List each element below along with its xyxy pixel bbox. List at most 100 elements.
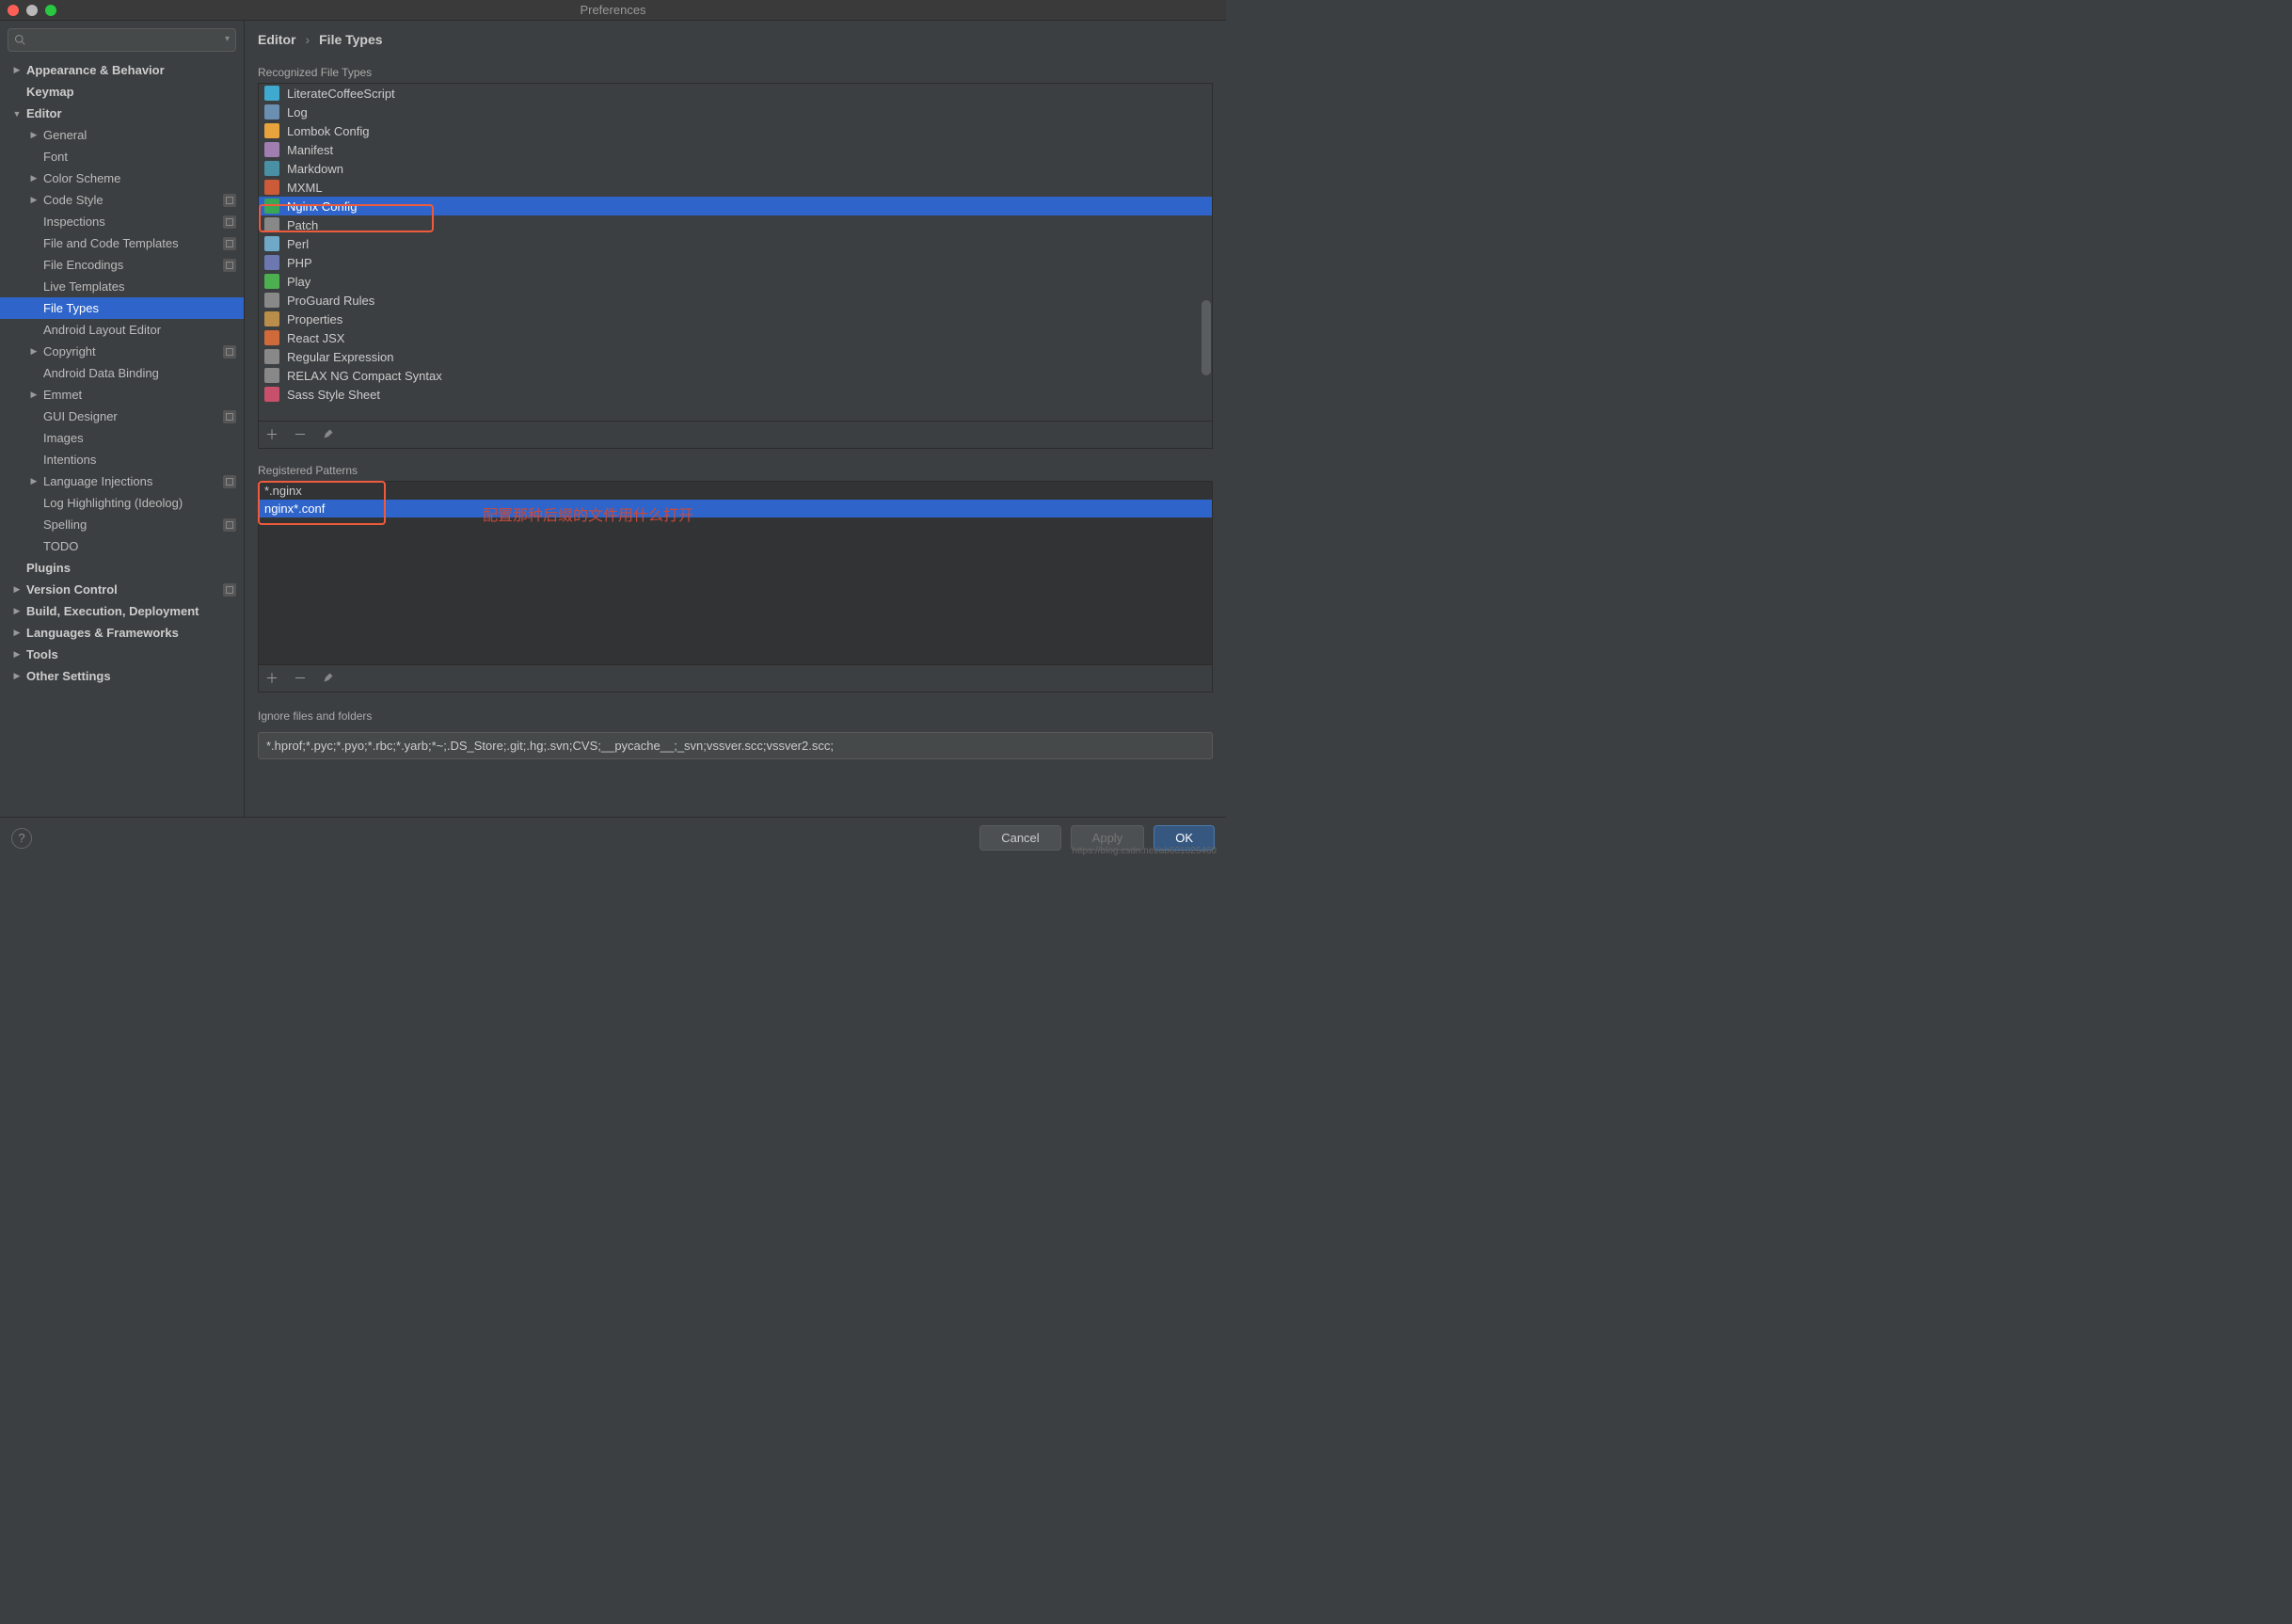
sidebar-item-color-scheme[interactable]: ▶Color Scheme <box>0 167 244 189</box>
sidebar-item-editor[interactable]: ▼Editor <box>0 103 244 124</box>
recognized-file-types-label: Recognized File Types <box>245 60 1226 83</box>
sidebar-item-tools[interactable]: ▶Tools <box>0 644 244 665</box>
sidebar-item-label: Font <box>43 150 236 164</box>
sidebar-item-emmet[interactable]: ▶Emmet <box>0 384 244 406</box>
sidebar-item-label: Other Settings <box>26 669 236 683</box>
sidebar-item-label: General <box>43 128 236 142</box>
sidebar-item-live-templates[interactable]: Live Templates <box>0 276 244 297</box>
file-type-row[interactable]: Lombok Config <box>259 121 1212 140</box>
file-type-row[interactable]: PHP <box>259 253 1212 272</box>
file-type-row[interactable]: MXML <box>259 178 1212 197</box>
ignore-files-input[interactable] <box>258 732 1213 759</box>
sidebar-item-inspections[interactable]: Inspections <box>0 211 244 232</box>
sidebar-item-label: Version Control <box>26 582 219 597</box>
file-type-icon <box>264 180 279 195</box>
sidebar-item-appearance-behavior[interactable]: ▶Appearance & Behavior <box>0 59 244 81</box>
sidebar-item-android-data-binding[interactable]: Android Data Binding <box>0 362 244 384</box>
pattern-row[interactable]: nginx*.conf <box>259 500 1212 517</box>
chevron-right-icon: ▶ <box>11 628 23 638</box>
close-window-button[interactable] <box>8 5 19 16</box>
file-type-row[interactable]: Play <box>259 272 1212 291</box>
help-button[interactable]: ? <box>11 828 32 849</box>
sidebar-item-images[interactable]: Images <box>0 427 244 449</box>
sidebar-item-copyright[interactable]: ▶Copyright <box>0 341 244 362</box>
file-type-label: PHP <box>287 256 312 270</box>
file-type-label: LiterateCoffeeScript <box>287 87 395 101</box>
file-type-row[interactable]: Log <box>259 103 1212 121</box>
add-pattern-button[interactable]: ＋ <box>264 669 279 688</box>
sidebar-item-plugins[interactable]: Plugins <box>0 557 244 579</box>
file-type-row[interactable]: React JSX <box>259 328 1212 347</box>
remove-pattern-button[interactable]: － <box>293 669 308 688</box>
sidebar-item-gui-designer[interactable]: GUI Designer <box>0 406 244 427</box>
pattern-row[interactable]: *.nginx <box>259 482 1212 500</box>
footer: ? Cancel Apply OK https://blog.csdn.net/… <box>0 817 1226 858</box>
sidebar-item-log-highlighting-ideolog-[interactable]: Log Highlighting (Ideolog) <box>0 492 244 514</box>
file-types-toolbar: ＋ － <box>258 422 1213 449</box>
cancel-button[interactable]: Cancel <box>979 825 1060 851</box>
file-type-label: Play <box>287 275 310 289</box>
sidebar-item-label: Language Injections <box>43 474 219 488</box>
chevron-right-icon: ▶ <box>28 195 40 205</box>
sidebar-item-label: Plugins <box>26 561 236 575</box>
remove-button[interactable]: － <box>293 425 308 444</box>
sidebar-item-label: Inspections <box>43 215 219 229</box>
file-type-row[interactable]: Regular Expression <box>259 347 1212 366</box>
sidebar-item-code-style[interactable]: ▶Code Style <box>0 189 244 211</box>
file-type-label: Sass Style Sheet <box>287 388 380 402</box>
file-type-row[interactable]: Perl <box>259 234 1212 253</box>
file-type-icon <box>264 123 279 138</box>
add-button[interactable]: ＋ <box>264 425 279 444</box>
file-type-row[interactable]: Markdown <box>259 159 1212 178</box>
breadcrumb-root[interactable]: Editor <box>258 32 295 47</box>
project-scope-icon <box>223 583 236 597</box>
edit-button[interactable] <box>321 427 336 442</box>
sidebar-item-languages-frameworks[interactable]: ▶Languages & Frameworks <box>0 622 244 644</box>
sidebar-item-label: Copyright <box>43 344 219 358</box>
file-types-list[interactable]: LiterateCoffeeScript LogLombok ConfigMani… <box>258 83 1213 422</box>
patterns-list[interactable]: *.nginxnginx*.conf 配置那种后缀的文件用什么打开 <box>258 481 1213 665</box>
sidebar-item-file-and-code-templates[interactable]: File and Code Templates <box>0 232 244 254</box>
sidebar-item-other-settings[interactable]: ▶Other Settings <box>0 665 244 687</box>
file-type-icon <box>264 217 279 232</box>
chevron-right-icon: ▶ <box>11 584 23 595</box>
traffic-lights <box>0 5 56 16</box>
sidebar-item-todo[interactable]: TODO <box>0 535 244 557</box>
scrollbar-thumb[interactable] <box>1202 300 1211 375</box>
sidebar-item-font[interactable]: Font <box>0 146 244 167</box>
sidebar-item-spelling[interactable]: Spelling <box>0 514 244 535</box>
file-type-row[interactable]: Nginx Config <box>259 197 1212 215</box>
sidebar-item-file-types[interactable]: File Types <box>0 297 244 319</box>
sidebar-item-language-injections[interactable]: ▶Language Injections <box>0 470 244 492</box>
minimize-window-button[interactable] <box>26 5 38 16</box>
file-type-row[interactable]: LiterateCoffeeScript <box>259 84 1212 103</box>
file-type-row[interactable]: Sass Style Sheet <box>259 385 1212 404</box>
sidebar-item-intentions[interactable]: Intentions <box>0 449 244 470</box>
sidebar-item-android-layout-editor[interactable]: Android Layout Editor <box>0 319 244 341</box>
file-type-icon <box>264 142 279 157</box>
file-type-row[interactable]: Properties <box>259 310 1212 328</box>
search-input[interactable]: ▾ <box>8 28 236 52</box>
sidebar-item-file-encodings[interactable]: File Encodings <box>0 254 244 276</box>
edit-pattern-button[interactable] <box>321 671 336 686</box>
file-type-row[interactable]: Patch <box>259 215 1212 234</box>
breadcrumb: Editor › File Types <box>245 21 1226 60</box>
chevron-down-icon: ▼ <box>11 109 23 119</box>
chevron-right-icon: ▶ <box>28 390 40 400</box>
sidebar-item-general[interactable]: ▶General <box>0 124 244 146</box>
sidebar-item-build-execution-deployment[interactable]: ▶Build, Execution, Deployment <box>0 600 244 622</box>
sidebar-item-version-control[interactable]: ▶Version Control <box>0 579 244 600</box>
maximize-window-button[interactable] <box>45 5 56 16</box>
sidebar-item-label: File Types <box>43 301 236 315</box>
file-type-label: Perl <box>287 237 309 251</box>
file-type-row[interactable]: RELAX NG Compact Syntax <box>259 366 1212 385</box>
file-type-row[interactable]: ProGuard Rules <box>259 291 1212 310</box>
file-type-row[interactable]: Manifest <box>259 140 1212 159</box>
file-type-label: MXML <box>287 181 323 195</box>
sidebar-item-label: File and Code Templates <box>43 236 219 250</box>
chevron-right-icon: ▶ <box>28 130 40 140</box>
sidebar-item-label: Android Data Binding <box>43 366 236 380</box>
project-scope-icon <box>223 518 236 532</box>
sidebar-item-label: File Encodings <box>43 258 219 272</box>
sidebar-item-keymap[interactable]: Keymap <box>0 81 244 103</box>
